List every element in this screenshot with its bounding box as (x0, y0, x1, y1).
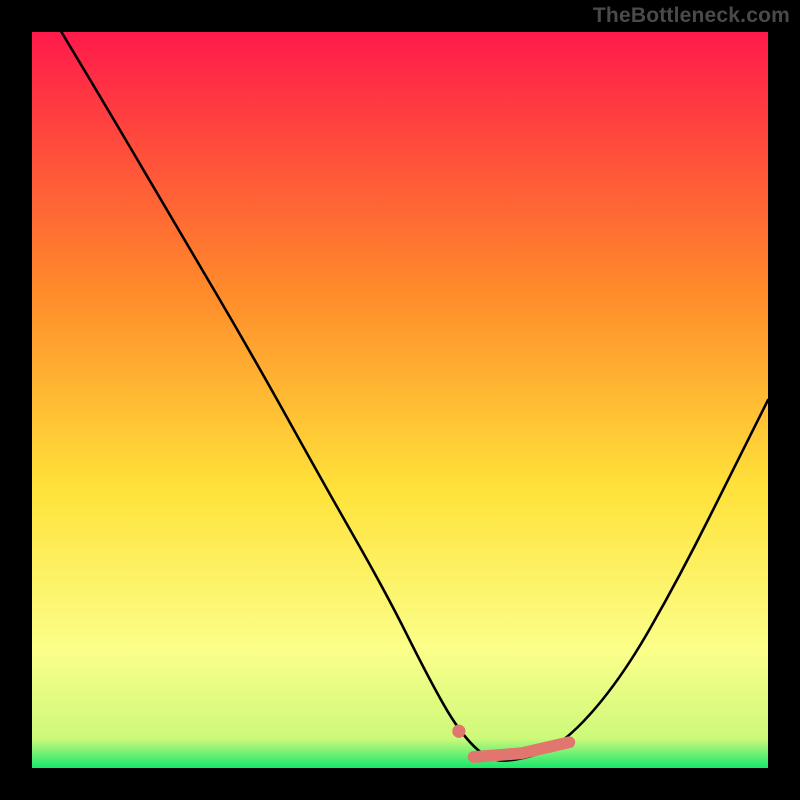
optimal-range-marker (474, 742, 570, 757)
bottleneck-curve-svg (32, 32, 768, 768)
optimal-point-marker (452, 725, 465, 738)
chart-stage: TheBottleneck.com (0, 0, 800, 800)
bottleneck-curve (61, 32, 768, 761)
watermark-text: TheBottleneck.com (593, 4, 790, 28)
plot-area (32, 32, 768, 768)
